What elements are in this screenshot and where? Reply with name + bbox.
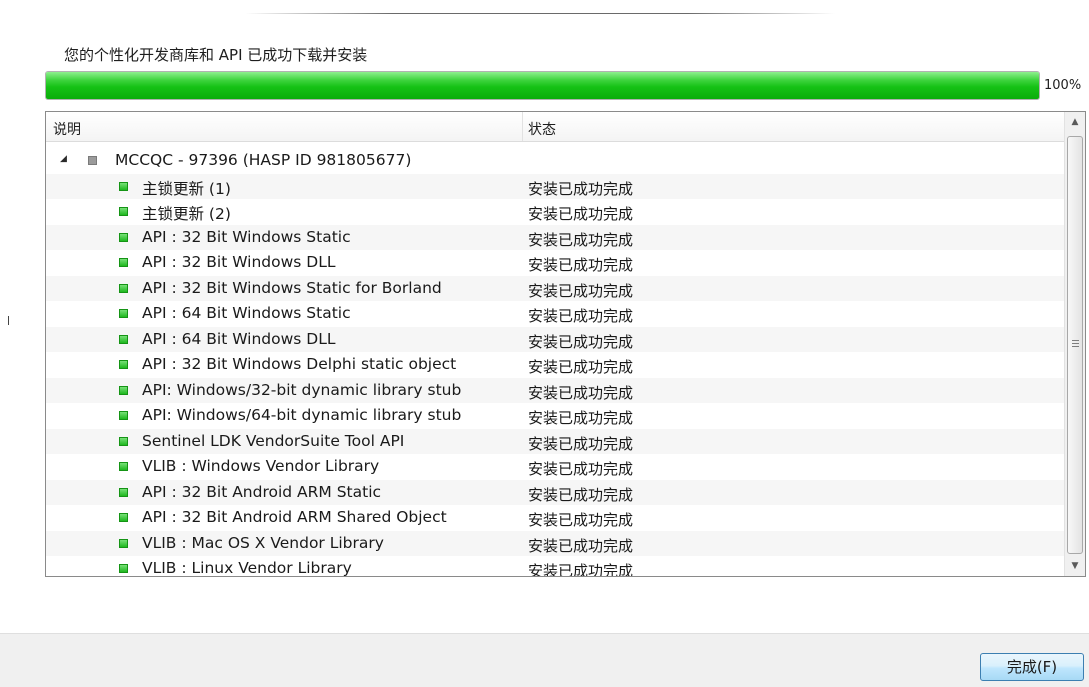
list-item[interactable]: VLIB : Linux Vendor Library 安装已成功完成	[46, 556, 1064, 577]
list-item-status: 安装已成功完成	[528, 281, 634, 300]
list-item-status: 安装已成功完成	[528, 358, 634, 376]
finish-button[interactable]: 完成(F)	[980, 653, 1084, 681]
success-status-icon	[119, 181, 128, 191]
scroll-down-icon[interactable]: ▼	[1065, 556, 1085, 576]
expand-collapse-icon[interactable]: ◢	[60, 154, 67, 164]
list-item-label: API : 32 Bit Android ARM Shared Object	[142, 508, 447, 526]
top-divider	[245, 13, 835, 14]
install-results-list[interactable]: 说明 状态 ◢ MCCQC - 97396 (HASP ID 981805677…	[45, 111, 1086, 577]
root-node-label: MCCQC - 97396 (HASP ID 981805677)	[115, 151, 412, 169]
success-status-icon	[119, 538, 128, 548]
column-separator[interactable]	[522, 112, 523, 141]
list-item-status: 安装已成功完成	[528, 307, 634, 325]
column-header-status[interactable]: 状态	[528, 119, 556, 139]
scrollbar-grip-icon	[1072, 340, 1079, 349]
dialog-footer	[0, 633, 1089, 687]
list-item-status: 安装已成功完成	[528, 536, 634, 555]
edge-mark	[8, 316, 9, 325]
list-item[interactable]: API: Windows/64-bit dynamic library stub…	[46, 403, 1064, 429]
success-status-icon	[119, 360, 128, 369]
list-item[interactable]: VLIB : Windows Vendor Library 安装已成功完成	[46, 454, 1064, 480]
list-item[interactable]: 主锁更新 (2) 安装已成功完成	[46, 199, 1064, 225]
list-item-label: 主锁更新 (2)	[142, 205, 231, 223]
list-item-status: 安装已成功完成	[528, 205, 634, 223]
list-item[interactable]: API : 32 Bit Windows Delphi static objec…	[46, 352, 1064, 378]
root-node-icon	[88, 156, 97, 165]
list-item-status: 安装已成功完成	[528, 485, 634, 504]
scroll-up-icon[interactable]: ▲	[1065, 112, 1085, 132]
list-item-status: 安装已成功完成	[528, 511, 634, 529]
list-rows: ◢ MCCQC - 97396 (HASP ID 981805677) 主锁更新…	[46, 148, 1064, 577]
column-header-description[interactable]: 说明	[53, 119, 81, 139]
list-item[interactable]: API : 32 Bit Android ARM Shared Object 安装…	[46, 505, 1064, 531]
success-status-icon	[119, 513, 128, 522]
vertical-scrollbar[interactable]: ▲ ▼	[1064, 112, 1085, 576]
scrollbar-thumb[interactable]	[1067, 136, 1083, 554]
install-status-heading: 您的个性化开发商库和 API 已成功下载并安装	[64, 46, 368, 64]
list-item[interactable]: API: Windows/32-bit dynamic library stub…	[46, 377, 1064, 403]
progress-bar-fill	[46, 72, 1039, 99]
list-item[interactable]: Sentinel LDK VendorSuite Tool API 安装已成功完成	[46, 428, 1064, 454]
success-status-icon	[119, 411, 128, 420]
list-item-status: 安装已成功完成	[528, 332, 634, 351]
success-status-icon	[119, 436, 128, 446]
list-item[interactable]: API : 32 Bit Windows Static for Borland 安…	[46, 275, 1064, 301]
list-item-label: VLIB : Linux Vendor Library	[142, 559, 352, 577]
list-item-status: 安装已成功完成	[528, 230, 634, 249]
success-status-icon	[119, 232, 128, 242]
list-item[interactable]: API : 32 Bit Windows DLL 安装已成功完成	[46, 250, 1064, 276]
list-item[interactable]: VLIB : Mac OS X Vendor Library 安装已成功完成	[46, 530, 1064, 556]
list-header: 说明 状态	[46, 112, 1064, 142]
success-status-icon	[119, 487, 128, 497]
success-status-icon	[119, 283, 128, 293]
list-item-status: 安装已成功完成	[528, 562, 634, 577]
success-status-icon	[119, 207, 128, 216]
list-item-status: 安装已成功完成	[528, 434, 634, 453]
list-item-label: Sentinel LDK VendorSuite Tool API	[142, 431, 405, 450]
progress-bar	[45, 71, 1040, 100]
success-status-icon	[119, 334, 128, 344]
list-item-label: API : 32 Bit Windows DLL	[142, 253, 336, 271]
list-item[interactable]: API : 64 Bit Windows Static 安装已成功完成	[46, 301, 1064, 327]
list-item-label: API : 64 Bit Windows DLL	[142, 329, 336, 348]
list-item-status: 安装已成功完成	[528, 460, 634, 478]
list-item-status: 安装已成功完成	[528, 179, 634, 198]
list-item-status: 安装已成功完成	[528, 383, 634, 402]
list-item[interactable]: API : 32 Bit Windows Static 安装已成功完成	[46, 224, 1064, 250]
success-status-icon	[119, 385, 128, 395]
list-item-label: VLIB : Windows Vendor Library	[142, 457, 380, 475]
list-item-label: 主锁更新 (1)	[142, 179, 231, 198]
success-status-icon	[119, 462, 128, 471]
success-status-icon	[119, 258, 128, 267]
list-item-status: 安装已成功完成	[528, 256, 634, 274]
progress-percentage: 100%	[1044, 78, 1082, 93]
list-item[interactable]: API : 64 Bit Windows DLL 安装已成功完成	[46, 326, 1064, 352]
list-item-label: API: Windows/64-bit dynamic library stub	[142, 406, 462, 424]
list-item-label: API : 32 Bit Android ARM Static	[142, 482, 382, 501]
list-item-label: API : 32 Bit Windows Delphi static objec…	[142, 355, 457, 373]
list-item-label: VLIB : Mac OS X Vendor Library	[142, 533, 384, 552]
list-item[interactable]: 主锁更新 (1) 安装已成功完成	[46, 173, 1064, 199]
list-item[interactable]: API : 32 Bit Android ARM Static 安装已成功完成	[46, 479, 1064, 505]
list-item-label: API: Windows/32-bit dynamic library stub	[142, 380, 462, 399]
list-item-label: API : 64 Bit Windows Static	[142, 304, 351, 322]
success-status-icon	[119, 564, 128, 573]
tree-root-row[interactable]: ◢ MCCQC - 97396 (HASP ID 981805677)	[46, 148, 1064, 174]
success-status-icon	[119, 309, 128, 318]
list-item-status: 安装已成功完成	[528, 409, 634, 427]
list-item-label: API : 32 Bit Windows Static for Borland	[142, 278, 442, 297]
list-item-label: API : 32 Bit Windows Static	[142, 227, 351, 246]
